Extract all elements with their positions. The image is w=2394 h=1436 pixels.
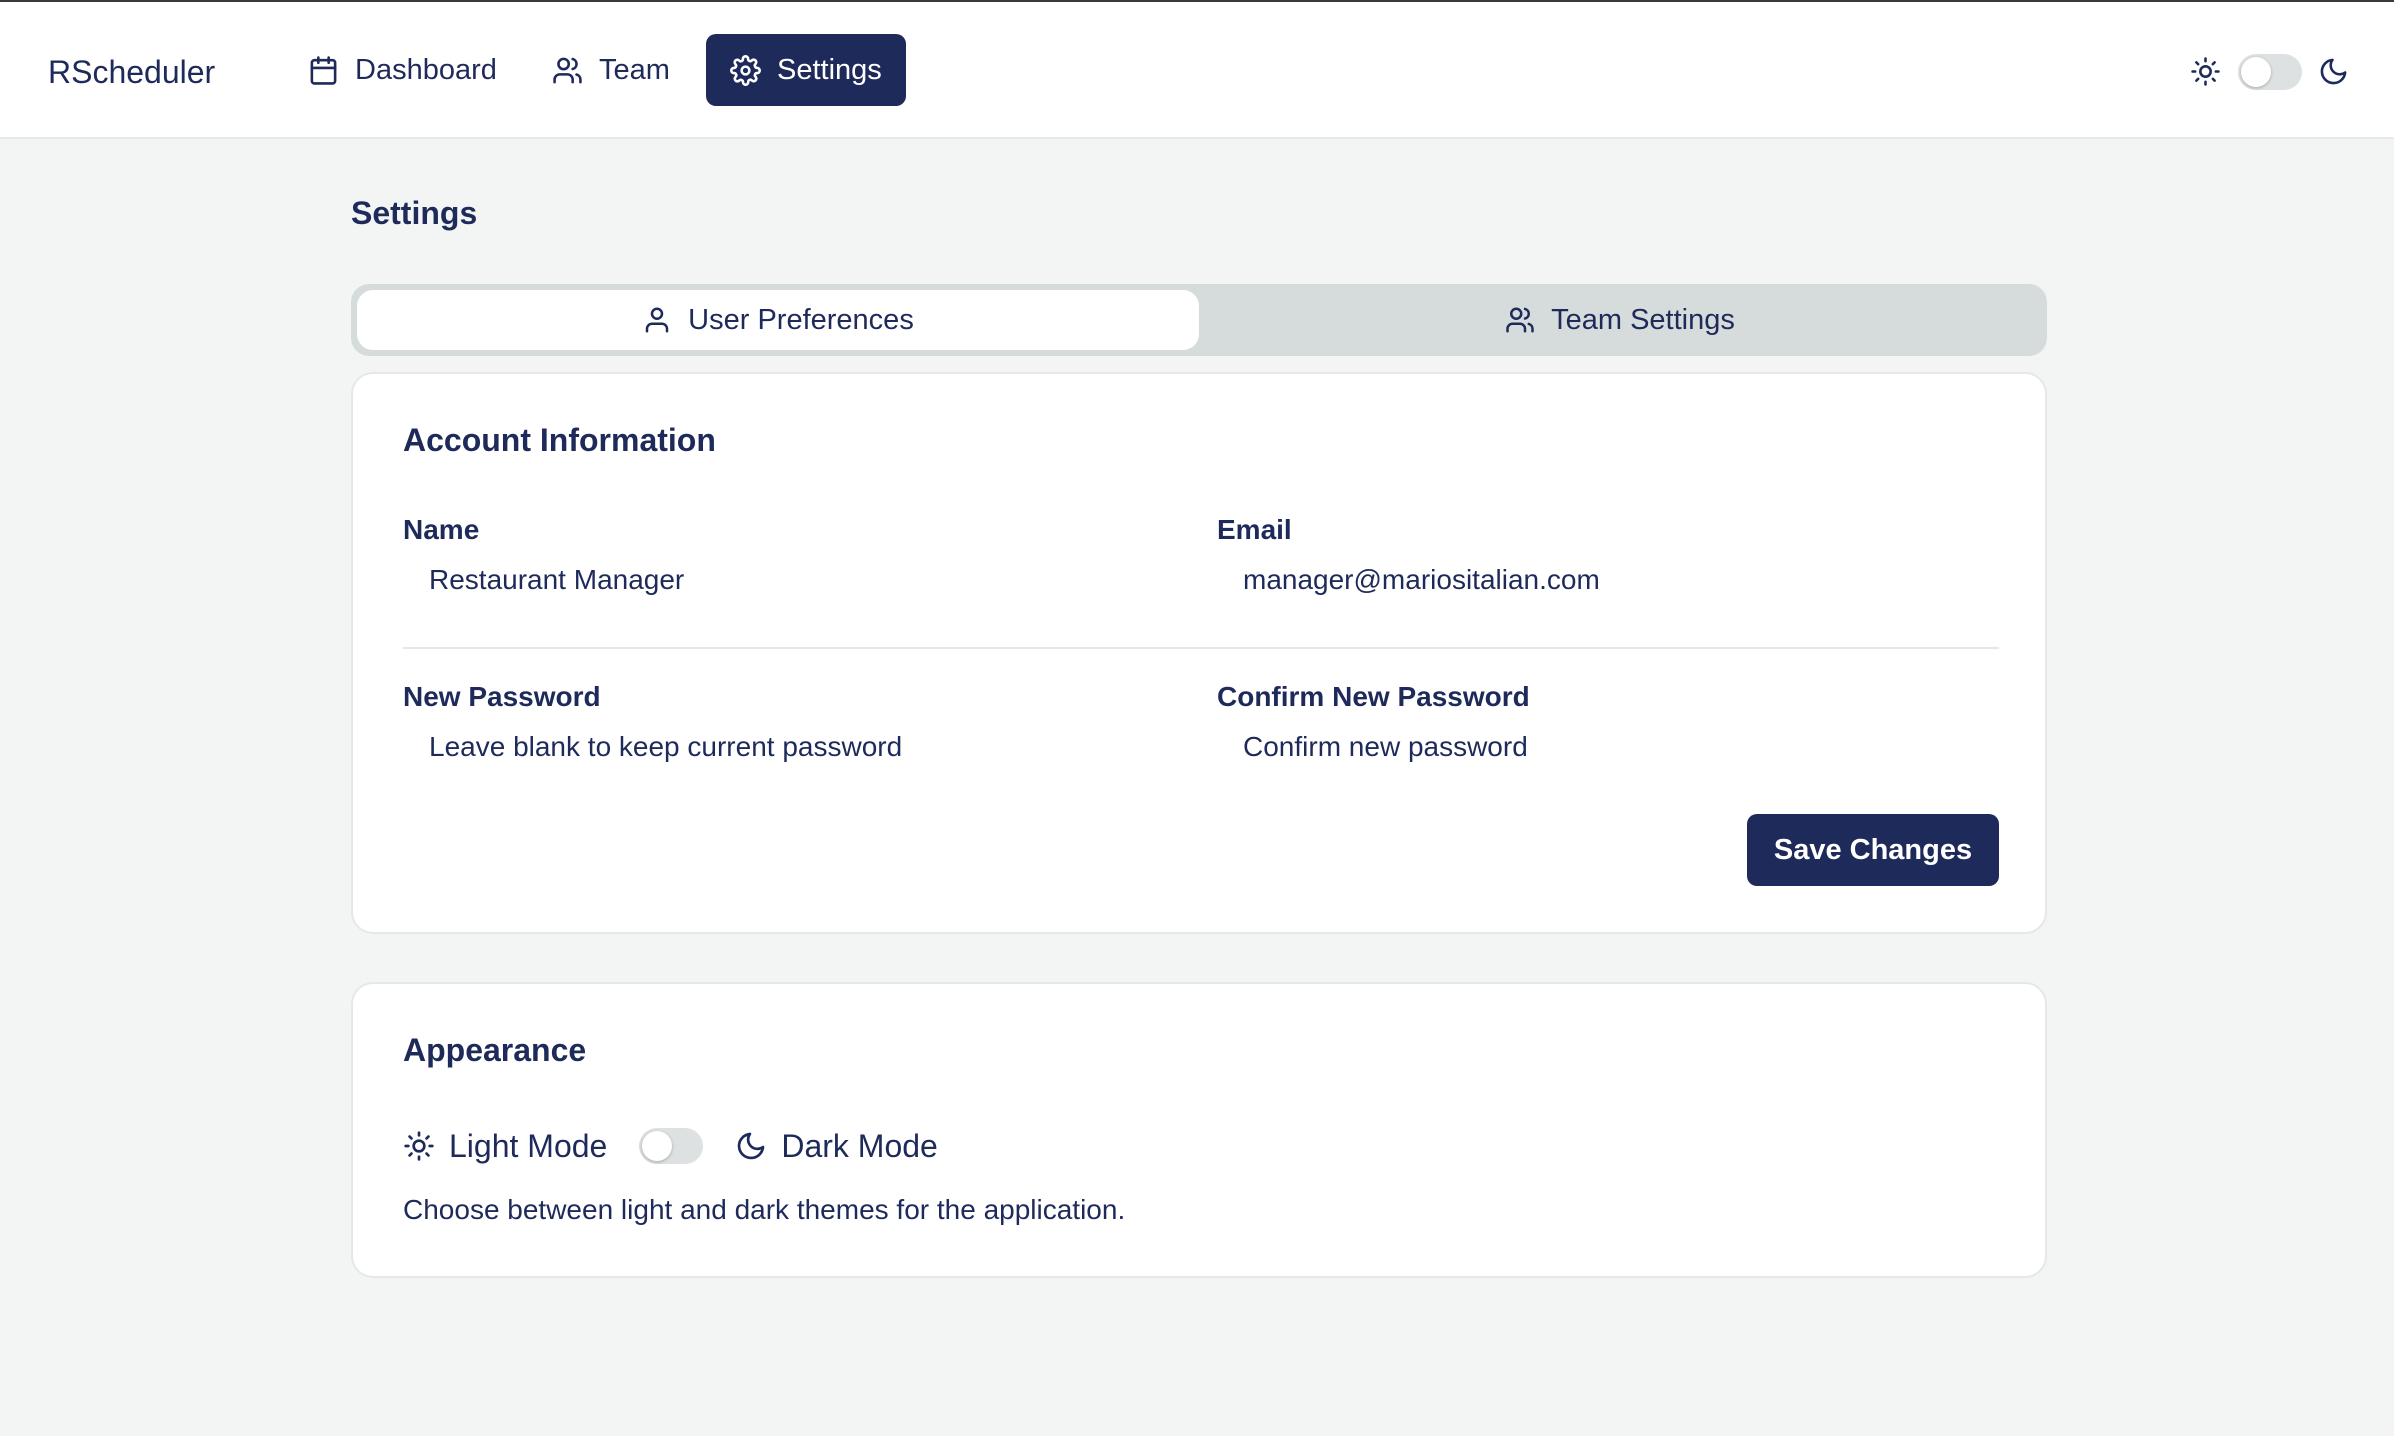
users-icon [553,57,582,83]
name-label: Name [403,514,480,545]
sun-icon [2191,57,2220,86]
appearance-card: Appearance Light Mode Dark Mode Choose b… [351,982,2047,1278]
confirm-password-field[interactable] [1243,721,1999,773]
account-information-title: Account Information [403,422,716,458]
appearance-title: Appearance [403,1032,587,1068]
dark-mode-label: Dark Mode [781,1127,938,1164]
confirm-password-label: Confirm New Password [1217,681,1530,712]
save-changes-button[interactable]: Save Changes [1747,814,1999,886]
calendar-icon [310,55,337,85]
nav-team-label: Team [599,53,670,86]
name-field[interactable] [429,554,1169,606]
top-navbar: RScheduler Dashboard Team Settings [0,2,2394,139]
tab-user-preferences-label: User Preferences [688,303,914,336]
brand-logo[interactable]: RScheduler [48,52,215,92]
email-field[interactable] [1243,554,1999,606]
user-icon [645,307,669,333]
section-divider [403,647,1999,649]
nav-settings[interactable]: Settings [706,34,906,106]
toggle-knob [2241,57,2271,87]
users-icon [1506,307,1534,333]
nav-settings-label: Settings [777,53,882,86]
nav-team[interactable]: Team [530,34,692,106]
tab-team-settings[interactable]: Team Settings [1199,290,2041,350]
light-mode-label: Light Mode [449,1127,608,1164]
sun-icon [404,1131,434,1161]
nav-dashboard-label: Dashboard [355,53,497,86]
settings-tabs: User Preferences Team Settings [351,284,2047,356]
header-theme-toggle[interactable] [2238,54,2302,90]
tab-user-preferences[interactable]: User Preferences [357,290,1199,350]
page-title: Settings [351,195,478,231]
toggle-knob [642,1131,673,1161]
moon-icon [2320,58,2347,85]
email-label: Email [1217,514,1292,545]
new-password-label: New Password [403,681,601,712]
moon-icon [738,1132,765,1160]
theme-toggle[interactable] [639,1128,704,1164]
tab-team-settings-label: Team Settings [1551,303,1735,336]
new-password-field[interactable] [429,721,1169,773]
nav-dashboard[interactable]: Dashboard [286,34,519,106]
appearance-description: Choose between light and dark themes for… [403,1194,1126,1225]
account-information-card: Account Information Name Email New Passw… [351,372,2047,934]
gear-icon [730,54,761,86]
theme-switch-row: Light Mode Dark Mode [403,1126,938,1166]
